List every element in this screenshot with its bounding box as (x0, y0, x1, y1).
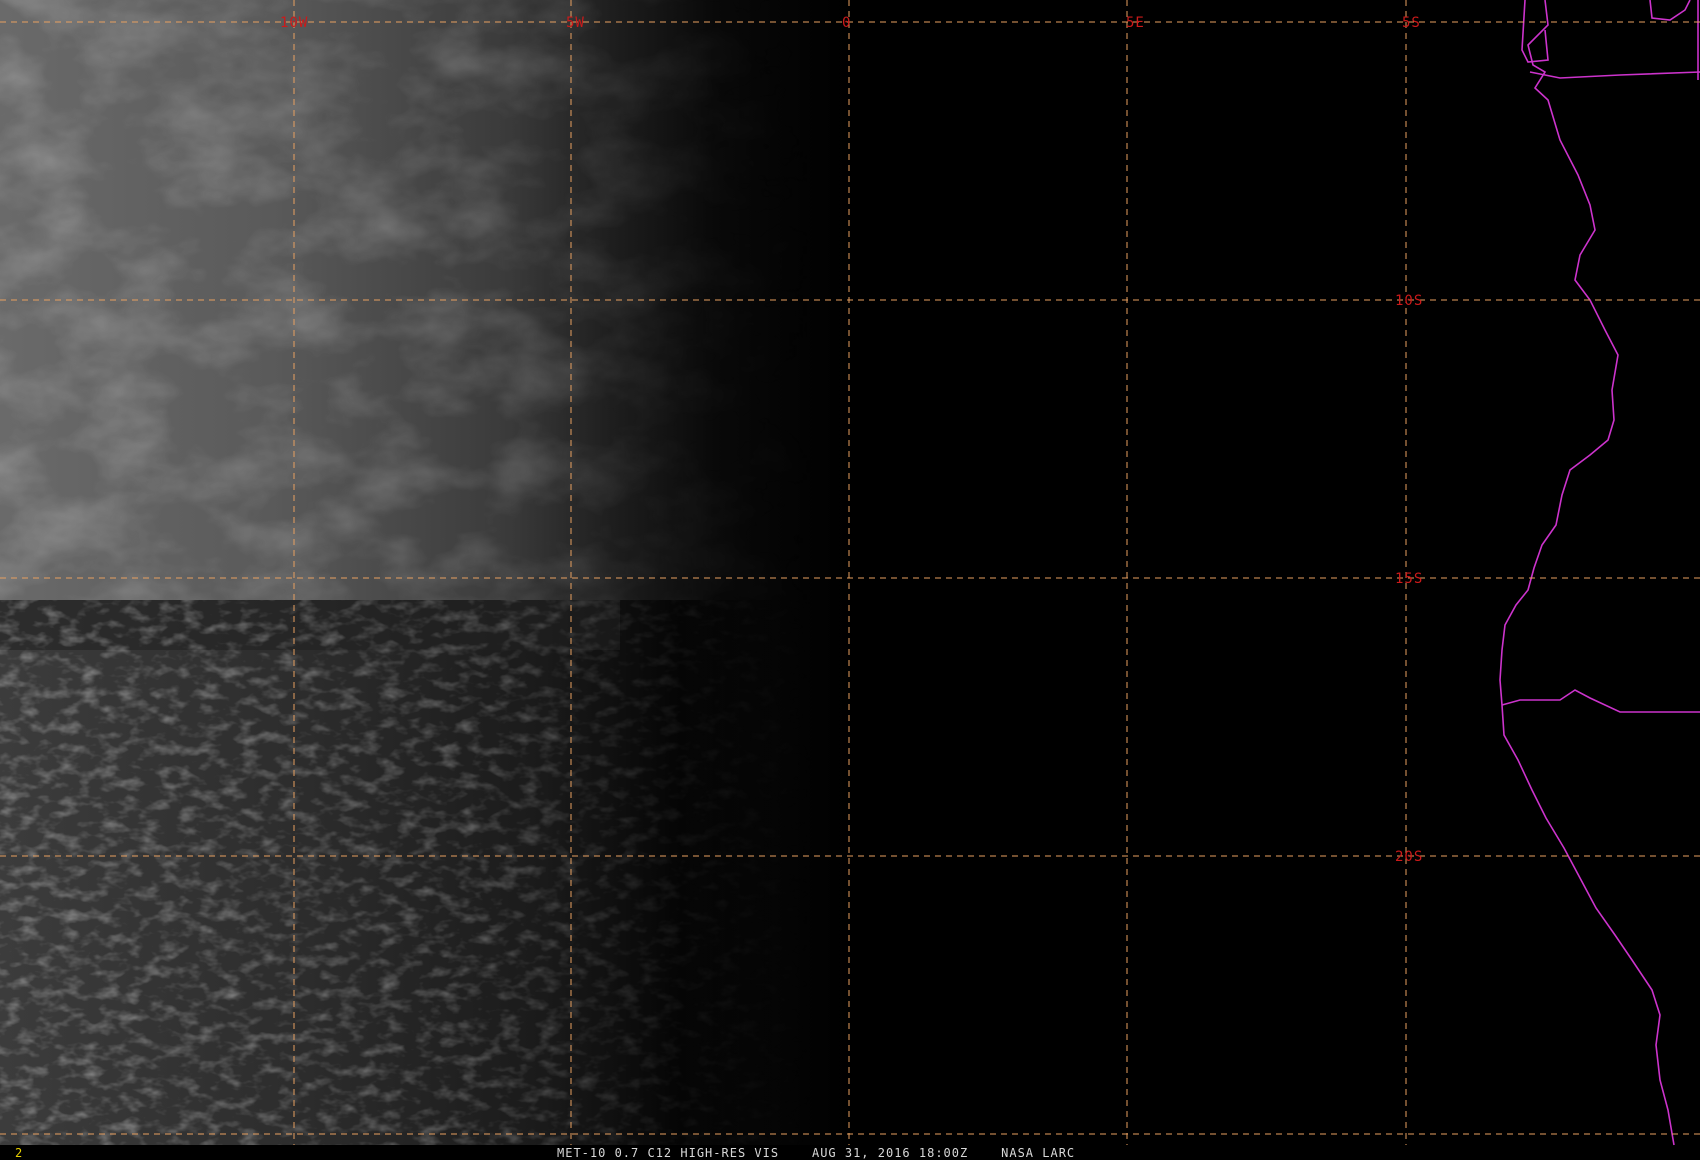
lat-label-15s: 15S (1395, 571, 1423, 587)
satellite-map-viewer: 10W 5W 0 5E 5S 10S 15S 20S 2 MET-10 0.7 … (0, 0, 1700, 1160)
satellite-image-map: 10W 5W 0 5E 5S 10S 15S 20S 2 MET-10 0.7 … (0, 0, 1700, 1160)
lon-label-0: 0 (842, 15, 851, 31)
cloud-texture (0, 0, 1700, 1145)
frame-number: 2 (15, 1146, 22, 1160)
image-caption: MET-10 0.7 C12 HIGH-RES VIS AUG 31, 2016… (557, 1146, 1075, 1160)
lon-label-5e: 5E (1126, 15, 1145, 31)
lat-label-5s: 5S (1402, 15, 1421, 31)
lon-label-10w: 10W (280, 15, 308, 31)
lon-label-5w: 5W (566, 15, 585, 31)
lat-label-10s: 10S (1395, 293, 1423, 309)
lat-label-20s: 20S (1395, 849, 1423, 865)
